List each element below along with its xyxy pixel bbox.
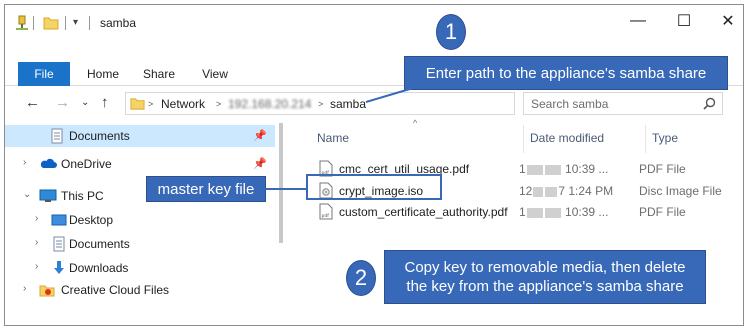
- window-title: samba: [100, 16, 137, 30]
- redacted-date: [545, 186, 558, 197]
- file-time: 10:39 ...: [565, 162, 609, 176]
- search-icon[interactable]: [703, 97, 716, 113]
- quick-access-dropdown-icon[interactable]: ▾: [73, 17, 78, 28]
- breadcrumb-separator-icon: >: [318, 99, 324, 109]
- host-address: 192.168.20.214: [228, 97, 312, 111]
- title-bar: ▾ samba — ☐ ✕: [5, 5, 743, 39]
- title-separator: [89, 16, 90, 30]
- title-separator: [65, 16, 66, 30]
- navigation-pane: Documents 📌 › OneDrive 📌 ⌄ This PC › Des…: [5, 121, 275, 325]
- column-divider[interactable]: [523, 125, 524, 153]
- documents-icon: [51, 236, 67, 252]
- redacted-date: [526, 207, 543, 218]
- tab-file[interactable]: File: [18, 62, 70, 86]
- tab-share[interactable]: Share: [137, 62, 181, 86]
- chevron-right-icon[interactable]: ›: [35, 261, 38, 272]
- redacted-date: [544, 164, 561, 175]
- file-date: 1 10:39 ...: [519, 162, 609, 176]
- tab-view[interactable]: View: [193, 62, 237, 86]
- sidebar-item-documents[interactable]: › Documents: [5, 233, 275, 255]
- master-key-highlight: [306, 174, 442, 200]
- step-2-badge: 2: [346, 260, 376, 296]
- chevron-down-icon[interactable]: ⌄: [23, 189, 31, 200]
- chevron-right-icon[interactable]: ›: [23, 283, 26, 294]
- sidebar-item-label: OneDrive: [61, 157, 112, 171]
- pin-icon: 📌: [253, 130, 267, 142]
- column-divider[interactable]: [645, 125, 646, 153]
- sidebar-item-desktop[interactable]: › Desktop: [5, 209, 275, 231]
- file-date: 1 10:39 ...: [519, 205, 609, 219]
- folder-icon: [130, 96, 145, 114]
- pin-icon[interactable]: [15, 15, 29, 34]
- forward-arrow-icon[interactable]: →: [55, 94, 70, 111]
- chevron-right-icon[interactable]: ›: [35, 213, 38, 224]
- tab-home[interactable]: Home: [81, 62, 125, 86]
- file-type: Disc Image File: [639, 184, 722, 198]
- file-date: 12 7 1:24 PM: [519, 184, 614, 198]
- creative-cloud-icon: [39, 282, 55, 298]
- chevron-right-icon[interactable]: ›: [35, 237, 38, 248]
- file-row[interactable]: pdf custom_certificate_authority.pdf 1 1…: [311, 202, 736, 222]
- sort-ascending-icon: ^: [413, 118, 418, 128]
- file-name: custom_certificate_authority.pdf: [339, 205, 508, 219]
- file-type: PDF File: [639, 205, 686, 219]
- sidebar-item-downloads[interactable]: › Downloads: [5, 257, 275, 279]
- file-type: PDF File: [639, 162, 686, 176]
- folder-icon[interactable]: [43, 15, 59, 34]
- download-arrow-icon: [51, 260, 67, 276]
- breadcrumb-host[interactable]: 192.168.20.214: [228, 97, 311, 111]
- scrollbar-thumb[interactable]: [279, 123, 283, 243]
- breadcrumb-network[interactable]: Network: [161, 97, 205, 111]
- step-1-badge: 1: [436, 14, 466, 50]
- up-arrow-icon[interactable]: ↑: [101, 94, 109, 111]
- recent-locations-icon[interactable]: ⌄: [81, 97, 89, 108]
- sidebar-item-label: Desktop: [69, 213, 114, 227]
- title-separator: [33, 16, 34, 30]
- step-1-pointer: [365, 85, 421, 103]
- pin-icon: 📌: [253, 158, 267, 170]
- column-header-type[interactable]: Type: [652, 131, 678, 145]
- svg-text:pdf: pdf: [322, 213, 330, 219]
- close-button[interactable]: ✕: [705, 5, 743, 37]
- step-1-callout: Enter path to the appliance's samba shar…: [404, 56, 728, 90]
- desktop-icon: [51, 212, 67, 228]
- master-key-pointer: [264, 188, 306, 190]
- computer-icon: [39, 188, 57, 204]
- minimize-button[interactable]: —: [615, 5, 661, 37]
- search-placeholder: Search samba: [531, 97, 609, 111]
- sidebar-item-label: Documents: [69, 237, 130, 251]
- breadcrumb-samba[interactable]: samba: [330, 97, 366, 111]
- sidebar-item-label: Documents: [69, 129, 130, 143]
- sidebar-item-creative-cloud[interactable]: › Creative Cloud Files: [5, 279, 275, 301]
- address-bar[interactable]: > Network > 192.168.20.214 > samba: [125, 92, 515, 115]
- file-time: 10:39 ...: [565, 205, 609, 219]
- sidebar-item-label: Downloads: [69, 261, 129, 275]
- back-arrow-icon[interactable]: ←: [25, 94, 40, 111]
- sidebar-item-documents-pinned[interactable]: Documents 📌: [5, 125, 275, 147]
- sidebar-item-label: Creative Cloud Files: [61, 283, 170, 297]
- navigation-scrollbar[interactable]: [277, 121, 287, 325]
- search-input[interactable]: Search samba: [523, 92, 723, 115]
- column-header-name[interactable]: Name: [317, 131, 349, 145]
- master-key-callout: master key file: [146, 176, 266, 202]
- column-header-date[interactable]: Date modified: [530, 131, 604, 145]
- file-time: 1:24 PM: [568, 184, 614, 198]
- step-2-callout: Copy key to removable media, then delete…: [384, 250, 706, 304]
- breadcrumb-separator-icon: >: [148, 99, 154, 109]
- breadcrumb-separator-icon: >: [216, 99, 222, 109]
- redacted-date: [544, 207, 561, 218]
- redacted-date: [526, 164, 543, 175]
- chevron-right-icon[interactable]: ›: [23, 157, 26, 168]
- sidebar-item-onedrive[interactable]: › OneDrive 📌: [5, 153, 275, 175]
- redacted-date: [533, 186, 544, 197]
- pdf-file-icon: pdf: [319, 203, 333, 223]
- onedrive-icon: [39, 156, 57, 172]
- maximize-button[interactable]: ☐: [661, 5, 707, 37]
- sidebar-item-label: This PC: [61, 189, 104, 203]
- documents-icon: [49, 128, 65, 144]
